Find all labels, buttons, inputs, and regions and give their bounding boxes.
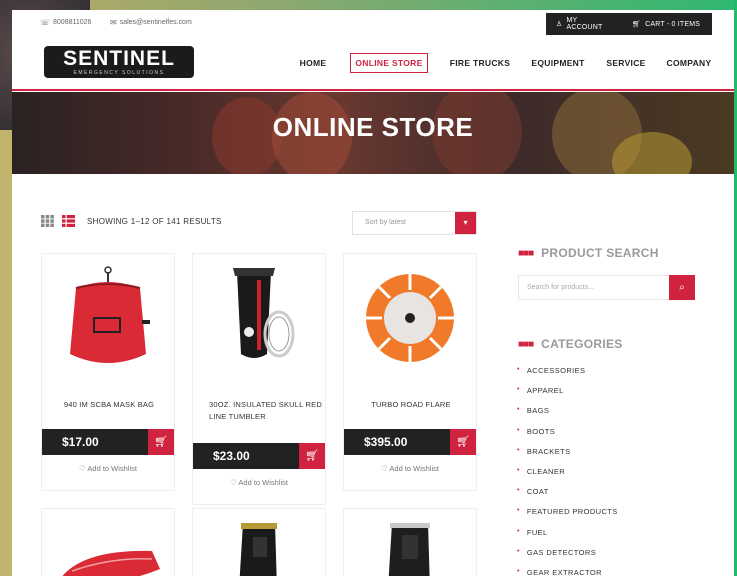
product-card[interactable] <box>192 508 326 576</box>
nav-home[interactable]: HOME <box>295 53 331 73</box>
product-name[interactable]: TURBO ROAD FLARE <box>352 399 470 411</box>
nav-online-store[interactable]: ONLINE STORE <box>350 53 428 73</box>
heart-icon: ♡ <box>78 464 86 473</box>
email-address: sales@sentinelfes.com <box>119 19 192 26</box>
chevron-down-icon: ▾ <box>455 212 476 234</box>
category-item-brackets[interactable]: • BRACKETS <box>517 447 618 467</box>
tumbler-image <box>233 268 295 358</box>
category-item-cleaner[interactable]: • CLEANER <box>517 467 618 487</box>
add-to-cart-button[interactable]: 🛒︎ <box>299 443 325 469</box>
add-to-wishlist-link[interactable]: ♡ Add to Wishlist <box>193 478 325 487</box>
boot-image <box>239 523 277 576</box>
sort-select[interactable]: Sort by latest ▾ <box>352 211 477 235</box>
result-count: SHOWING 1–12 OF 141 RESULTS <box>87 217 222 226</box>
email-contact[interactable]: ✉ sales@sentinelfes.com <box>110 18 192 27</box>
product-search-title: PRODUCT SEARCH <box>541 246 659 260</box>
product-price: $395.00 <box>364 435 408 449</box>
my-account-button[interactable]: ♙ MY ACCOUNT <box>546 13 622 35</box>
category-item-accessories[interactable]: • ACCESSORIES <box>517 366 618 386</box>
product-image <box>62 550 160 576</box>
category-list: • ACCESSORIES • APPAREL • BAGS • BOOTS • BRAC… <box>517 366 618 576</box>
phone-icon: ☏ <box>40 18 51 27</box>
heading-dots-icon: ■■■ <box>518 338 534 350</box>
product-card[interactable]: TURBO ROAD FLARE $395.00 🛒︎ ♡ Add to Wis… <box>343 253 477 491</box>
price-bar: $23.00 🛒︎ <box>193 443 325 469</box>
product-card[interactable]: 940 IM SCBA MASK BAG $17.00 🛒︎ ♡ Add to … <box>41 253 175 491</box>
nav-fire-trucks[interactable]: FIRE TRUCKS <box>448 53 512 73</box>
product-card[interactable]: 30OZ. INSULATED SKULL RED LINE TUMBLER $… <box>192 253 326 505</box>
grid-view-icon[interactable] <box>41 215 54 227</box>
product-price: $23.00 <box>213 449 250 463</box>
heart-icon: ♡ <box>380 464 388 473</box>
list-view-icon[interactable] <box>62 215 75 227</box>
cart-icon: 🛒︎ <box>632 21 642 28</box>
scba-mask-bag-image <box>70 266 150 363</box>
category-item-boots[interactable]: • BOOTS <box>517 427 618 447</box>
page-title: ONLINE STORE <box>272 112 474 142</box>
heart-icon: ♡ <box>229 478 237 487</box>
product-card[interactable] <box>343 508 477 576</box>
nav-company[interactable]: COMPANY <box>664 53 714 73</box>
price-bar: $17.00 🛒︎ <box>42 429 174 455</box>
wishlist-label: Add to Wishlist <box>87 464 137 473</box>
phone-number: 8008811026 <box>53 19 92 26</box>
cart-button[interactable]: 🛒︎ CART - 0 ITEMS <box>622 13 712 35</box>
categories-title: CATEGORIES <box>541 337 623 351</box>
product-card[interactable] <box>41 508 175 576</box>
category-item-featured-products[interactable]: • FEATURED PRODUCTS <box>517 507 618 527</box>
cart-label: CART - 0 ITEMS <box>645 20 701 28</box>
sort-value: Sort by latest <box>365 219 406 226</box>
top-bar: ☏ 8008811026 ✉ sales@sentinelfes.com ♙ M… <box>12 10 734 36</box>
wishlist-label: Add to Wishlist <box>238 478 288 487</box>
add-to-wishlist-link[interactable]: ♡ Add to Wishlist <box>42 464 174 473</box>
category-item-gas-detectors[interactable]: • GAS DETECTORS <box>517 548 618 568</box>
add-to-cart-button[interactable]: 🛒︎ <box>450 429 476 455</box>
price-bar: $395.00 🛒︎ <box>344 429 476 455</box>
category-item-gear-extractor[interactable]: • GEAR EXTRACTOR <box>517 568 618 576</box>
product-price: $17.00 <box>62 435 99 449</box>
my-account-label: MY ACCOUNT <box>566 17 603 31</box>
add-to-cart-button[interactable]: 🛒︎ <box>148 429 174 455</box>
phone-contact[interactable]: ☏ 8008811026 <box>40 18 91 27</box>
logo-tagline: EMERGENCY SOLUTIONS <box>73 70 165 76</box>
category-item-coat[interactable]: • COAT <box>517 487 618 507</box>
user-icon: ♙ <box>556 21 563 28</box>
nav-service[interactable]: SERVICE <box>604 53 648 73</box>
category-item-bags[interactable]: • BAGS <box>517 406 618 426</box>
search-placeholder: Search for products... <box>527 284 594 291</box>
product-name[interactable]: 940 IM SCBA MASK BAG <box>50 399 168 411</box>
store-page: ☏ 8008811026 ✉ sales@sentinelfes.com ♙ M… <box>12 10 734 576</box>
nav-equipment[interactable]: EQUIPMENT <box>527 53 589 73</box>
boot-image <box>388 523 430 576</box>
search-icon: ⌕ <box>679 282 685 293</box>
heading-dots-icon: ■■■ <box>518 247 534 259</box>
mail-icon: ✉ <box>110 18 117 27</box>
wishlist-label: Add to Wishlist <box>389 464 439 473</box>
category-item-apparel[interactable]: • APPAREL <box>517 386 618 406</box>
categories-heading: ■■■ CATEGORIES <box>518 337 623 351</box>
product-search-heading: ■■■ PRODUCT SEARCH <box>518 246 659 260</box>
sentinel-logo[interactable]: SENTINEL EMERGENCY SOLUTIONS <box>44 46 194 78</box>
category-item-fuel[interactable]: • FUEL <box>517 528 618 548</box>
add-to-wishlist-link[interactable]: ♡ Add to Wishlist <box>344 464 476 473</box>
road-flare-image <box>366 274 454 362</box>
hero-banner: ONLINE STORE <box>12 92 734 174</box>
header-divider <box>12 89 734 91</box>
product-search-input[interactable]: Search for products... <box>518 275 670 300</box>
product-name[interactable]: 30OZ. INSULATED SKULL RED LINE TUMBLER <box>209 399 327 423</box>
logo-wordmark: SENTINEL <box>63 47 175 70</box>
search-button[interactable]: ⌕ <box>669 275 695 300</box>
